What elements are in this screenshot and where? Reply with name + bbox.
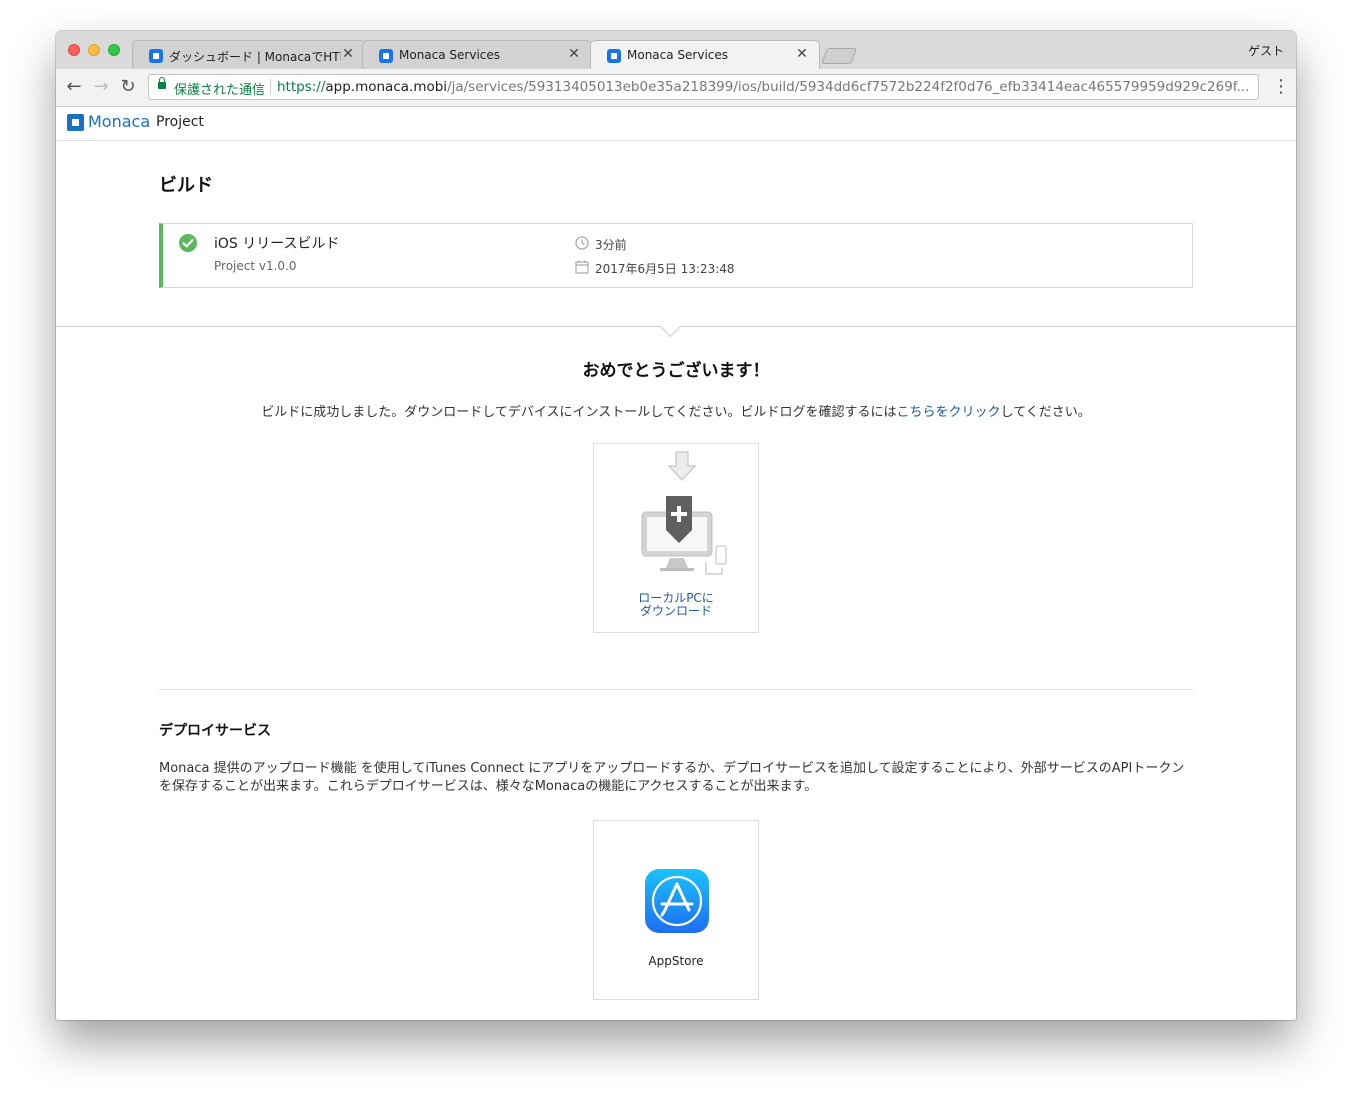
url-path: /ja/services/59313405013eb0e35a218399/io…	[447, 79, 1250, 95]
url-scheme: https://	[277, 79, 326, 95]
page-title: ビルド	[159, 175, 213, 196]
arrow-left-icon[interactable]: ←	[64, 77, 84, 97]
main-content: ビルド iOS リリースビルド Project v1.0.0 3分前 2017年…	[56, 141, 1296, 1020]
project-name[interactable]: Project	[156, 114, 204, 130]
minimize-window-button[interactable]	[88, 44, 100, 56]
download-label-line2: ダウンロード	[639, 604, 712, 618]
brand-name[interactable]: Monaca	[88, 112, 150, 131]
close-icon[interactable]: ✕	[341, 47, 355, 61]
app-store-icon	[645, 869, 709, 933]
deploy-description: Monaca 提供のアップロード機能 を使用してiTunes Connect に…	[159, 761, 1185, 794]
clock-icon	[575, 236, 589, 250]
divider-notch	[659, 315, 682, 338]
app-header: Monaca Project	[56, 107, 1296, 141]
close-icon[interactable]: ✕	[795, 47, 809, 61]
build-log-link[interactable]: こちらをクリック	[896, 405, 1000, 420]
appstore-label: AppStore	[648, 954, 704, 968]
monaca-logo-icon[interactable]	[67, 114, 84, 131]
arrow-right-icon[interactable]: →	[91, 77, 111, 97]
secure-connection-label[interactable]: 保護された通信	[174, 79, 265, 98]
monaca-favicon-icon	[379, 49, 393, 63]
deploy-section-title: デプロイサービス	[159, 723, 271, 739]
address-bar[interactable]: 保護された通信 https://app.monaca.mobi/ja/servi…	[148, 74, 1259, 100]
browser-window: ダッシュボード | MonacaでHTML5 ✕ Monaca Services…	[56, 31, 1296, 1020]
url-text[interactable]: https://app.monaca.mobi/ja/services/5931…	[277, 79, 1252, 97]
message-text-end: してください。	[1000, 405, 1091, 420]
success-check-icon	[179, 234, 197, 252]
tab-strip: ダッシュボード | MonacaでHTML5 ✕ Monaca Services…	[56, 31, 1296, 69]
download-local-button[interactable]: ローカルPCに ダウンロード	[593, 443, 759, 633]
lock-icon	[158, 77, 166, 89]
close-window-button[interactable]	[68, 44, 80, 56]
monaca-favicon-icon	[149, 49, 163, 63]
tab-title: Monaca Services	[627, 48, 729, 62]
build-relative-time: 3分前	[595, 238, 627, 252]
build-name: iOS リリースビルド	[214, 236, 340, 252]
congrats-heading: おめでとうございます！	[582, 361, 770, 381]
tab-dashboard[interactable]: ダッシュボード | MonacaでHTML5 ✕	[132, 40, 366, 69]
kebab-menu-icon[interactable]: ⋮	[1272, 76, 1290, 98]
tab-title: Monaca Services	[399, 48, 501, 62]
monaca-favicon-icon	[607, 49, 621, 63]
new-tab-button[interactable]	[821, 48, 857, 64]
download-to-pc-icon	[641, 451, 727, 575]
calendar-icon	[575, 260, 589, 274]
build-version: Project v1.0.0	[214, 259, 297, 273]
browser-toolbar: ← → ↻ 保護された通信 https://app.monaca.mobi/ja…	[56, 69, 1296, 107]
tab-title: ダッシュボード | MonacaでHTML5	[169, 50, 341, 64]
reload-icon[interactable]: ↻	[118, 77, 138, 97]
zoom-window-button[interactable]	[108, 44, 120, 56]
url-host: app.monaca.mobi	[325, 79, 448, 95]
tab-monaca-services-1[interactable]: Monaca Services ✕	[362, 40, 592, 69]
appstore-deploy-button[interactable]: AppStore	[593, 820, 759, 1000]
message-text: ビルドに成功しました。ダウンロードしてデバイスにインストールしてください。ビルド…	[261, 405, 897, 420]
build-datetime: 2017年6月5日 13:23:48	[595, 262, 735, 276]
success-message: ビルドに成功しました。ダウンロードしてデバイスにインストールしてください。ビルド…	[56, 401, 1296, 420]
omnibox-separator	[270, 79, 271, 95]
section-separator	[159, 689, 1193, 690]
build-info-card: iOS リリースビルド Project v1.0.0 3分前 2017年6月5日…	[159, 223, 1193, 288]
close-icon[interactable]: ✕	[567, 47, 581, 61]
profile-label[interactable]: ゲスト	[1248, 42, 1284, 59]
download-label: ローカルPCに ダウンロード	[594, 592, 758, 618]
tab-monaca-services-2[interactable]: Monaca Services ✕	[590, 40, 820, 69]
